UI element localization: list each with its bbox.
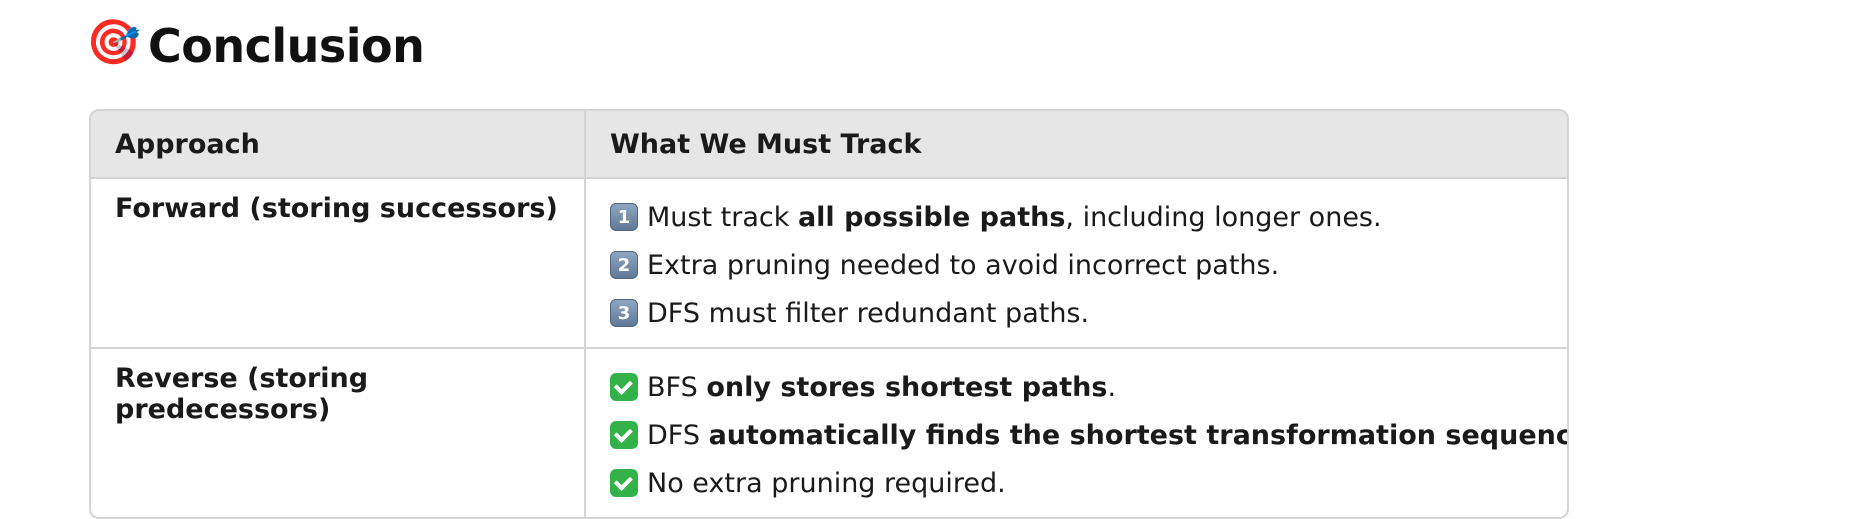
page-heading: 🎯 Conclusion — [86, 14, 425, 78]
keycap-3-icon: 3 — [610, 299, 638, 327]
approach-cell: Reverse (storing predecessors) — [91, 347, 585, 517]
item-text: No extra pruning required. — [647, 467, 1006, 499]
table-header-row: Approach What We Must Track — [91, 111, 1567, 179]
keycap-1-icon: 1 — [610, 203, 638, 231]
item-text: DFS automatically finds the shortest tra… — [647, 419, 1569, 451]
conclusion-table: Approach What We Must Track Forward (sto… — [89, 109, 1569, 519]
tracking-cell: 1 Must track all possible paths, includi… — [584, 178, 1567, 348]
list-item: BFS only stores shortest paths. — [610, 363, 1567, 411]
table-row-reverse: Reverse (storing predecessors) BFS only … — [91, 347, 1567, 517]
list-item: No extra pruning required. — [610, 459, 1567, 507]
list-item: DFS automatically finds the shortest tra… — [610, 411, 1567, 459]
column-header-what-we-must-track: What We Must Track — [584, 111, 1567, 179]
check-mark-icon — [610, 421, 638, 449]
direct-hit-target-icon: 🎯 — [86, 17, 141, 68]
check-mark-icon — [610, 373, 638, 401]
item-text: DFS must filter redundant paths. — [647, 297, 1090, 329]
keycap-2-icon: 2 — [610, 251, 638, 279]
list-item: 2 Extra pruning needed to avoid incorrec… — [610, 241, 1567, 289]
list-item: 3 DFS must filter redundant paths. — [610, 289, 1567, 337]
item-text: Extra pruning needed to avoid incorrect … — [647, 249, 1280, 281]
item-text: Must track all possible paths, including… — [647, 201, 1382, 233]
tracking-cell: BFS only stores shortest paths. DFS auto… — [584, 347, 1567, 517]
approach-cell: Forward (storing successors) — [115, 193, 558, 224]
column-header-approach: Approach — [91, 111, 585, 179]
item-text: BFS only stores shortest paths. — [647, 371, 1117, 403]
check-mark-icon — [610, 469, 638, 497]
list-item: 1 Must track all possible paths, includi… — [610, 193, 1567, 241]
page-title: Conclusion — [148, 19, 425, 73]
table-row-forward: Forward (storing successors) 1 Must trac… — [91, 178, 1567, 348]
